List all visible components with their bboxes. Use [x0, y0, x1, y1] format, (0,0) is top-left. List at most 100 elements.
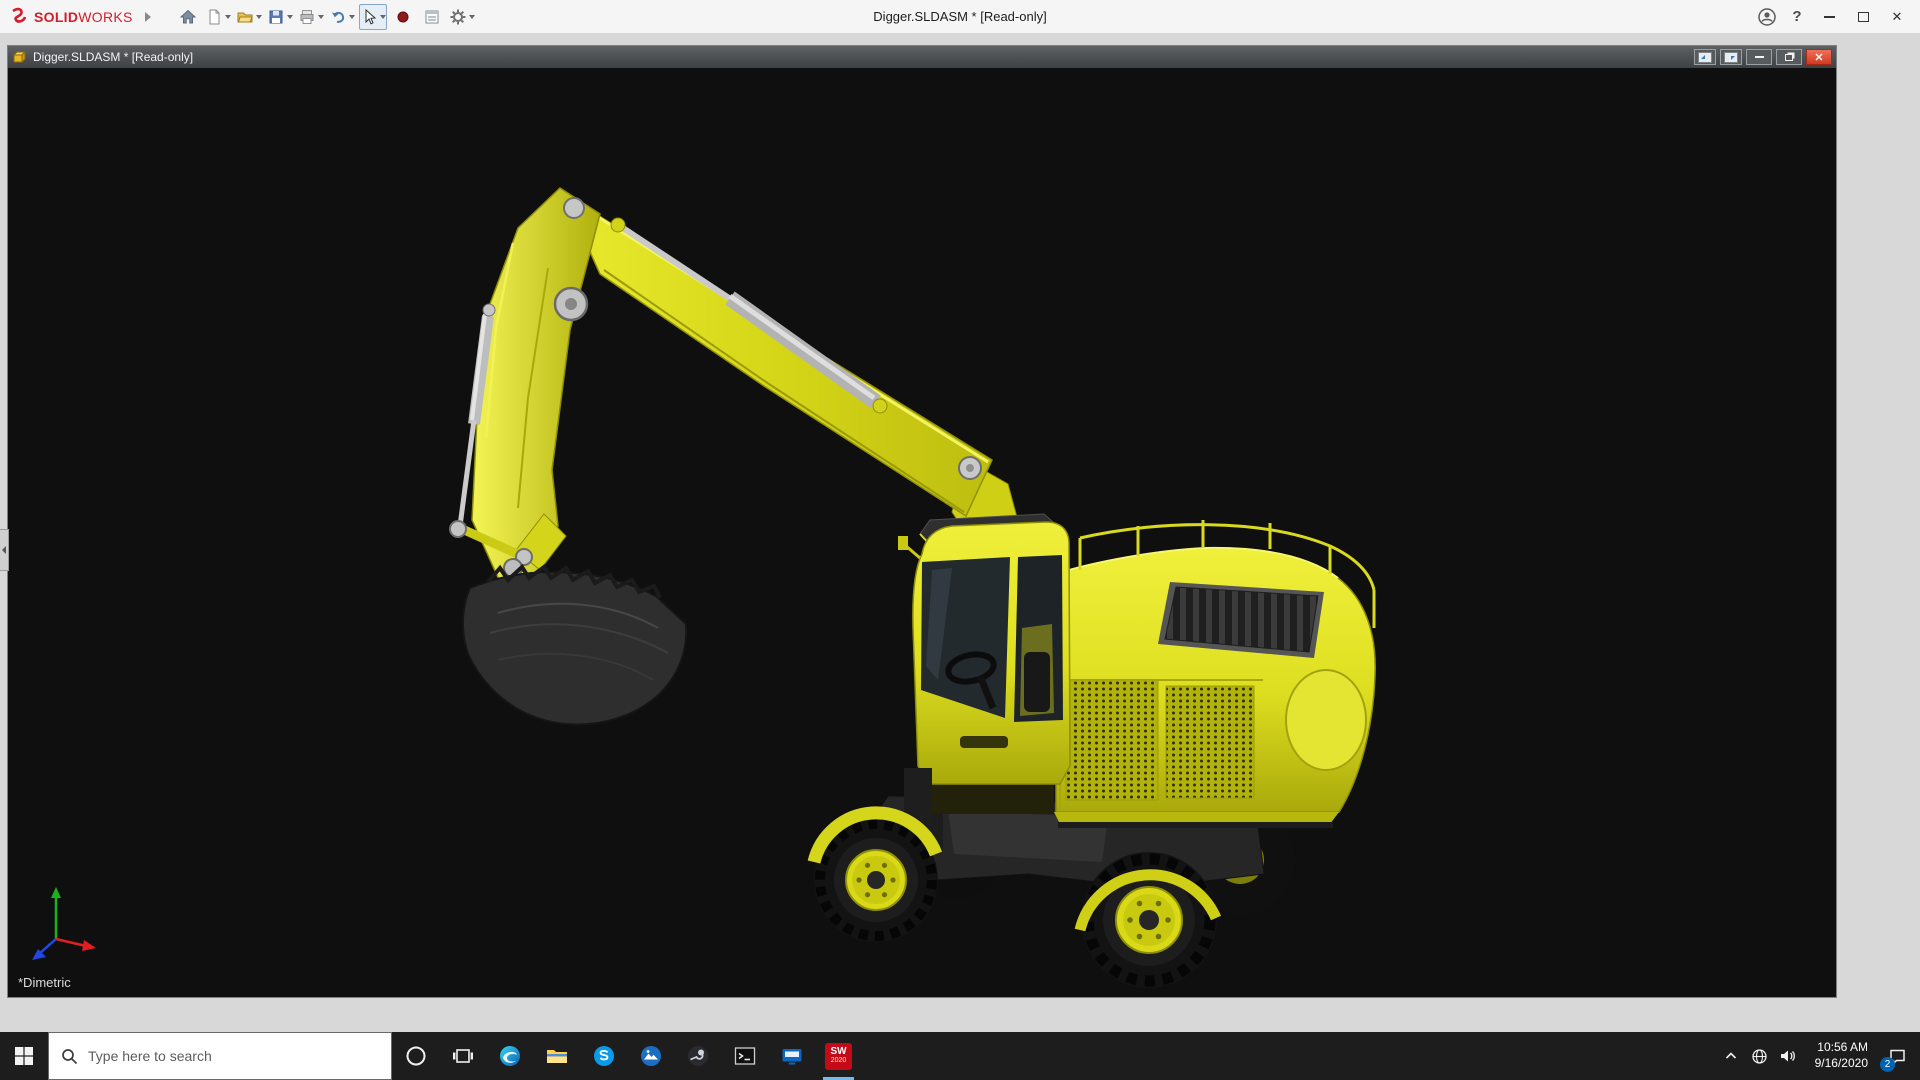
select-tool-button[interactable]	[359, 4, 387, 30]
remote-desktop-icon	[780, 1044, 804, 1068]
solidworks-titlebar: SOLIDWORKS	[0, 0, 1920, 34]
dropdown-caret-icon[interactable]	[380, 15, 386, 19]
properties-button[interactable]	[419, 4, 445, 30]
minimize-icon	[1824, 16, 1835, 18]
side-vent-grille	[1066, 680, 1158, 800]
print-button[interactable]	[297, 4, 325, 30]
maximize-button[interactable]	[1846, 3, 1880, 31]
operator-cab[interactable]	[898, 514, 1070, 826]
minimize-icon	[1755, 56, 1764, 58]
document-restore-button[interactable]	[1776, 49, 1802, 65]
open-folder-icon	[236, 8, 254, 26]
taskbar-clock[interactable]: 10:56 AM 9/16/2020	[1802, 1040, 1874, 1071]
seat	[1024, 652, 1050, 712]
excavator-model[interactable]	[8, 68, 1836, 997]
app-workspace: Digger.SLDASM * [Read-only]	[0, 34, 1920, 1032]
quick-access-toolbar	[175, 4, 476, 30]
speaker-icon	[1778, 1047, 1796, 1065]
account-button[interactable]	[1752, 4, 1782, 30]
restore-icon	[1785, 54, 1793, 61]
boom	[564, 194, 992, 516]
options-button[interactable]	[448, 4, 476, 30]
new-document-button[interactable]	[204, 4, 232, 30]
action-center-button[interactable]: 2	[1876, 1032, 1918, 1080]
window-title: Digger.SLDASM * [Read-only]	[873, 9, 1046, 24]
pane-preview-icon	[1698, 52, 1712, 63]
pane-arrange-icon	[1724, 52, 1738, 63]
dropdown-caret-icon[interactable]	[225, 15, 231, 19]
screen: SOLIDWORKS	[0, 0, 1920, 1080]
mirror	[898, 536, 908, 550]
gear-icon	[449, 8, 467, 26]
print-icon	[298, 8, 316, 26]
dropdown-caret-icon[interactable]	[349, 15, 355, 19]
pane-preview-button[interactable]	[1694, 49, 1716, 65]
select-cursor-icon	[360, 8, 378, 26]
file-explorer-icon	[545, 1044, 569, 1068]
taskbar-item-task-view[interactable]	[439, 1032, 486, 1080]
bucket[interactable]	[463, 567, 686, 725]
tray-expand-button[interactable]	[1718, 1032, 1744, 1080]
network-button[interactable]	[1746, 1032, 1772, 1080]
close-button[interactable]: ✕	[1880, 3, 1914, 31]
taskbar-item-solidworks[interactable]: SW 2020	[815, 1032, 862, 1080]
properties-form-icon	[423, 8, 441, 26]
taskbar-item-steam[interactable]	[674, 1032, 721, 1080]
document-window-controls: ✕	[1694, 49, 1832, 65]
document-titlebar[interactable]: Digger.SLDASM * [Read-only]	[8, 46, 1836, 68]
windows-logo-icon	[14, 1046, 34, 1066]
tray-date: 9/16/2020	[1802, 1056, 1868, 1072]
document-close-button[interactable]: ✕	[1806, 49, 1832, 65]
brand-text: SOLIDWORKS	[34, 9, 133, 25]
volume-button[interactable]	[1774, 1032, 1800, 1080]
record-macro-button[interactable]	[390, 4, 416, 30]
undo-button[interactable]	[328, 4, 356, 30]
user-avatar-icon	[1757, 7, 1777, 27]
dropdown-caret-icon[interactable]	[318, 15, 324, 19]
solidworks-logo: SOLIDWORKS	[0, 7, 151, 27]
taskbar-item-remote-desktop[interactable]	[768, 1032, 815, 1080]
undo-icon	[329, 8, 347, 26]
start-button[interactable]	[0, 1032, 48, 1080]
pane-arrange-button[interactable]	[1720, 49, 1742, 65]
tail-panel	[1286, 670, 1366, 770]
dropdown-caret-icon[interactable]	[469, 15, 475, 19]
system-tray: 10:56 AM 9/16/2020 2	[1718, 1032, 1920, 1080]
panel-collapse-handle[interactable]	[0, 529, 9, 571]
taskbar-item-command-prompt[interactable]	[721, 1032, 768, 1080]
notification-badge: 2	[1880, 1057, 1895, 1072]
taskbar-item-skype[interactable]	[580, 1032, 627, 1080]
new-document-icon	[205, 8, 223, 26]
network-globe-icon	[1751, 1048, 1768, 1065]
taskbar-item-edge[interactable]	[486, 1032, 533, 1080]
taskbar-search[interactable]: Type here to search	[48, 1032, 392, 1080]
titlebar-controls: ? ✕	[1752, 3, 1920, 31]
taskbar-item-file-explorer[interactable]	[533, 1032, 580, 1080]
document-minimize-button[interactable]	[1746, 49, 1772, 65]
task-view-icon	[452, 1045, 474, 1067]
help-button[interactable]: ?	[1782, 4, 1812, 30]
home-button[interactable]	[175, 4, 201, 30]
dassault-logo-icon	[8, 7, 30, 27]
minimize-button[interactable]	[1812, 3, 1846, 31]
save-icon	[267, 8, 285, 26]
steam-icon	[686, 1044, 710, 1068]
home-icon	[179, 8, 197, 26]
skype-icon	[592, 1044, 616, 1068]
search-placeholder: Type here to search	[88, 1048, 212, 1064]
view-orientation-label: *Dimetric	[18, 975, 71, 990]
save-button[interactable]	[266, 4, 294, 30]
dropdown-caret-icon[interactable]	[256, 15, 262, 19]
dropdown-caret-icon[interactable]	[287, 15, 293, 19]
document-window: Digger.SLDASM * [Read-only]	[7, 45, 1837, 998]
edge-icon	[498, 1044, 522, 1068]
taskbar-item-cortana[interactable]	[392, 1032, 439, 1080]
maximize-icon	[1858, 12, 1869, 22]
chevron-up-icon	[1723, 1048, 1739, 1064]
side-vent-grille	[1166, 686, 1254, 798]
open-button[interactable]	[235, 4, 263, 30]
3d-viewport[interactable]: *Dimetric	[8, 68, 1836, 997]
taskbar-item-photos[interactable]	[627, 1032, 674, 1080]
orientation-triad	[22, 881, 106, 965]
menu-expand-icon[interactable]	[145, 12, 151, 22]
